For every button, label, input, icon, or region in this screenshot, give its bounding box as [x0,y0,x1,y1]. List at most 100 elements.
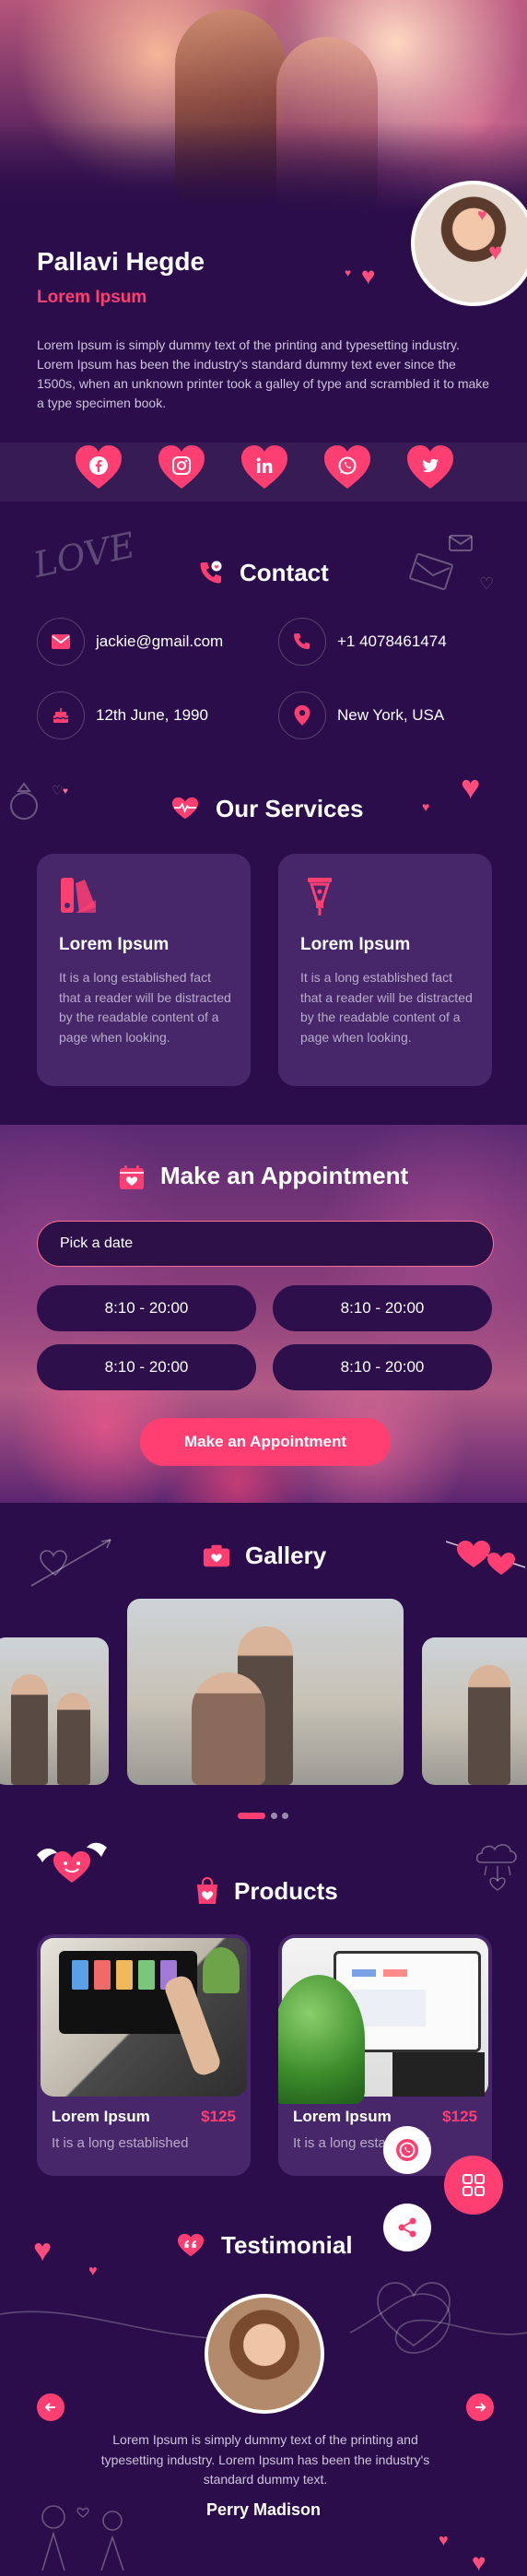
couple-doodle [33,2497,144,2575]
heart-arrow-doodle [28,1534,116,1594]
envelope-doodle-small [448,533,475,558]
whatsapp-link[interactable] [322,443,372,492]
services-title: Our Services [216,795,364,822]
testimonial-text: Lorem Ipsum is simply dummy text of the … [100,2432,430,2487]
mail-icon [52,634,70,649]
menu-grid-float-button[interactable] [444,2156,503,2215]
map-pin-icon [294,705,310,726]
heart-icon: ♥ [461,768,481,806]
arrow-left-icon [44,2403,55,2412]
whatsapp-float-button[interactable] [383,2126,431,2174]
heart-icon: ♥ [422,799,430,814]
testimonial-avatar [205,2294,324,2414]
service-description: It is a long established fact that a rea… [59,970,231,1045]
winged-heart-decoration [33,1838,111,1893]
facebook-icon [88,455,110,477]
next-testimonial-button[interactable] [466,2393,494,2421]
contact-title: Contact [240,559,329,586]
phone-icon [197,559,225,586]
heart-icon: ♥ [477,206,487,224]
heart-icon: ♥ [472,2548,486,2576]
cloud-hearts-doodle [474,1838,525,1897]
time-slot-button[interactable]: 8:10 - 20:00 [273,1344,492,1390]
service-card[interactable]: Lorem Ipsum It is a long established fac… [37,854,251,1086]
gallery-image-next[interactable] [422,1637,527,1785]
date-picker-input[interactable] [37,1221,494,1267]
heart-outline-doodle [372,2272,455,2354]
heart-icon: ♥ [63,786,68,797]
make-appointment-button[interactable]: Make an Appointment [140,1418,391,1466]
time-slot-button[interactable]: 8:10 - 20:00 [37,1344,256,1390]
avatar [411,181,527,306]
cake-icon [53,708,69,723]
whatsapp-icon [336,455,358,477]
grid-icon [463,2174,485,2196]
linkedin-icon [253,455,275,477]
share-icon [398,2217,416,2238]
shopping-bag-icon [193,1876,221,1905]
prev-testimonial-button[interactable] [37,2393,64,2421]
products-title: Products [234,1877,338,1905]
arrow-right-icon [475,2403,486,2412]
hero-cover-photo [0,0,527,214]
birthday-icon-button [37,691,85,739]
product-image [41,1938,247,2097]
email-icon-button[interactable] [37,618,85,666]
whatsapp-icon [396,2139,418,2161]
linkedin-link[interactable] [240,443,289,492]
pen-tool-icon [300,876,339,921]
heart-icon: ♥ [88,2263,98,2279]
time-slot-button[interactable]: 8:10 - 20:00 [37,1285,256,1331]
gallery-image[interactable] [127,1599,404,1785]
heartbeat-icon [171,795,199,822]
product-image [278,1938,488,2104]
testimonial-title: Testimonial [221,2231,353,2259]
gallery-image-prev[interactable] [0,1637,109,1785]
phone-icon [294,633,310,650]
product-description: It is a long established [52,2135,189,2151]
time-slot-button[interactable]: 8:10 - 20:00 [273,1285,492,1331]
envelope-doodle [409,553,461,595]
carousel-dot[interactable] [271,1813,277,1819]
product-card[interactable]: Lorem Ipsum $125 It is a long establishe… [37,1934,251,2176]
calendar-heart-icon [118,1164,146,1191]
profile-tagline: Lorem Ipsum [37,288,147,307]
twitter-link[interactable] [405,443,455,492]
service-card[interactable]: Lorem Ipsum It is a long established fac… [278,854,492,1086]
instagram-link[interactable] [157,443,206,492]
gallery-icon [203,1542,230,1569]
product-name: Lorem Ipsum [52,2108,150,2125]
product-price: $125 [201,2108,236,2125]
heart-icon: ♥ [439,2531,449,2549]
heart-icon: ♥ [33,2233,53,2268]
share-float-button[interactable] [383,2204,431,2251]
phone-icon-button[interactable] [278,618,326,666]
love-doodle: LOVE [29,524,139,586]
ring-doodle [6,776,44,829]
heart-outline-icon: ♡ [479,574,495,593]
heart-icon: ♥ [345,266,352,279]
appointment-title: Make an Appointment [160,1162,409,1189]
location-icon-button[interactable] [278,691,326,739]
hearts-arrow-decoration [445,1530,527,1585]
color-swatch-icon [59,876,98,919]
service-title: Lorem Ipsum [59,935,170,954]
profile-bio: Lorem Ipsum is simply dummy text of the … [37,337,490,410]
service-description: It is a long established fact that a rea… [300,970,473,1045]
twitter-icon [419,455,441,477]
quote-icon [177,2231,205,2259]
phone-link[interactable]: +1 4078461474 [337,632,447,651]
carousel-dot[interactable] [282,1813,288,1819]
product-name: Lorem Ipsum [293,2108,392,2125]
gallery-title: Gallery [245,1542,327,1569]
instagram-icon [170,455,193,477]
heart-icon: ♥ [488,238,503,266]
facebook-link[interactable] [74,443,123,492]
email-link[interactable]: jackie@gmail.com [96,632,223,651]
service-title: Lorem Ipsum [300,935,411,954]
product-price: $125 [442,2108,477,2125]
carousel-dot-active[interactable] [238,1813,265,1819]
heart-outline-icon: ♡ [52,783,64,798]
birthday-text: 12th June, 1990 [96,706,208,724]
profile-name: Pallavi Hegde [37,247,205,276]
